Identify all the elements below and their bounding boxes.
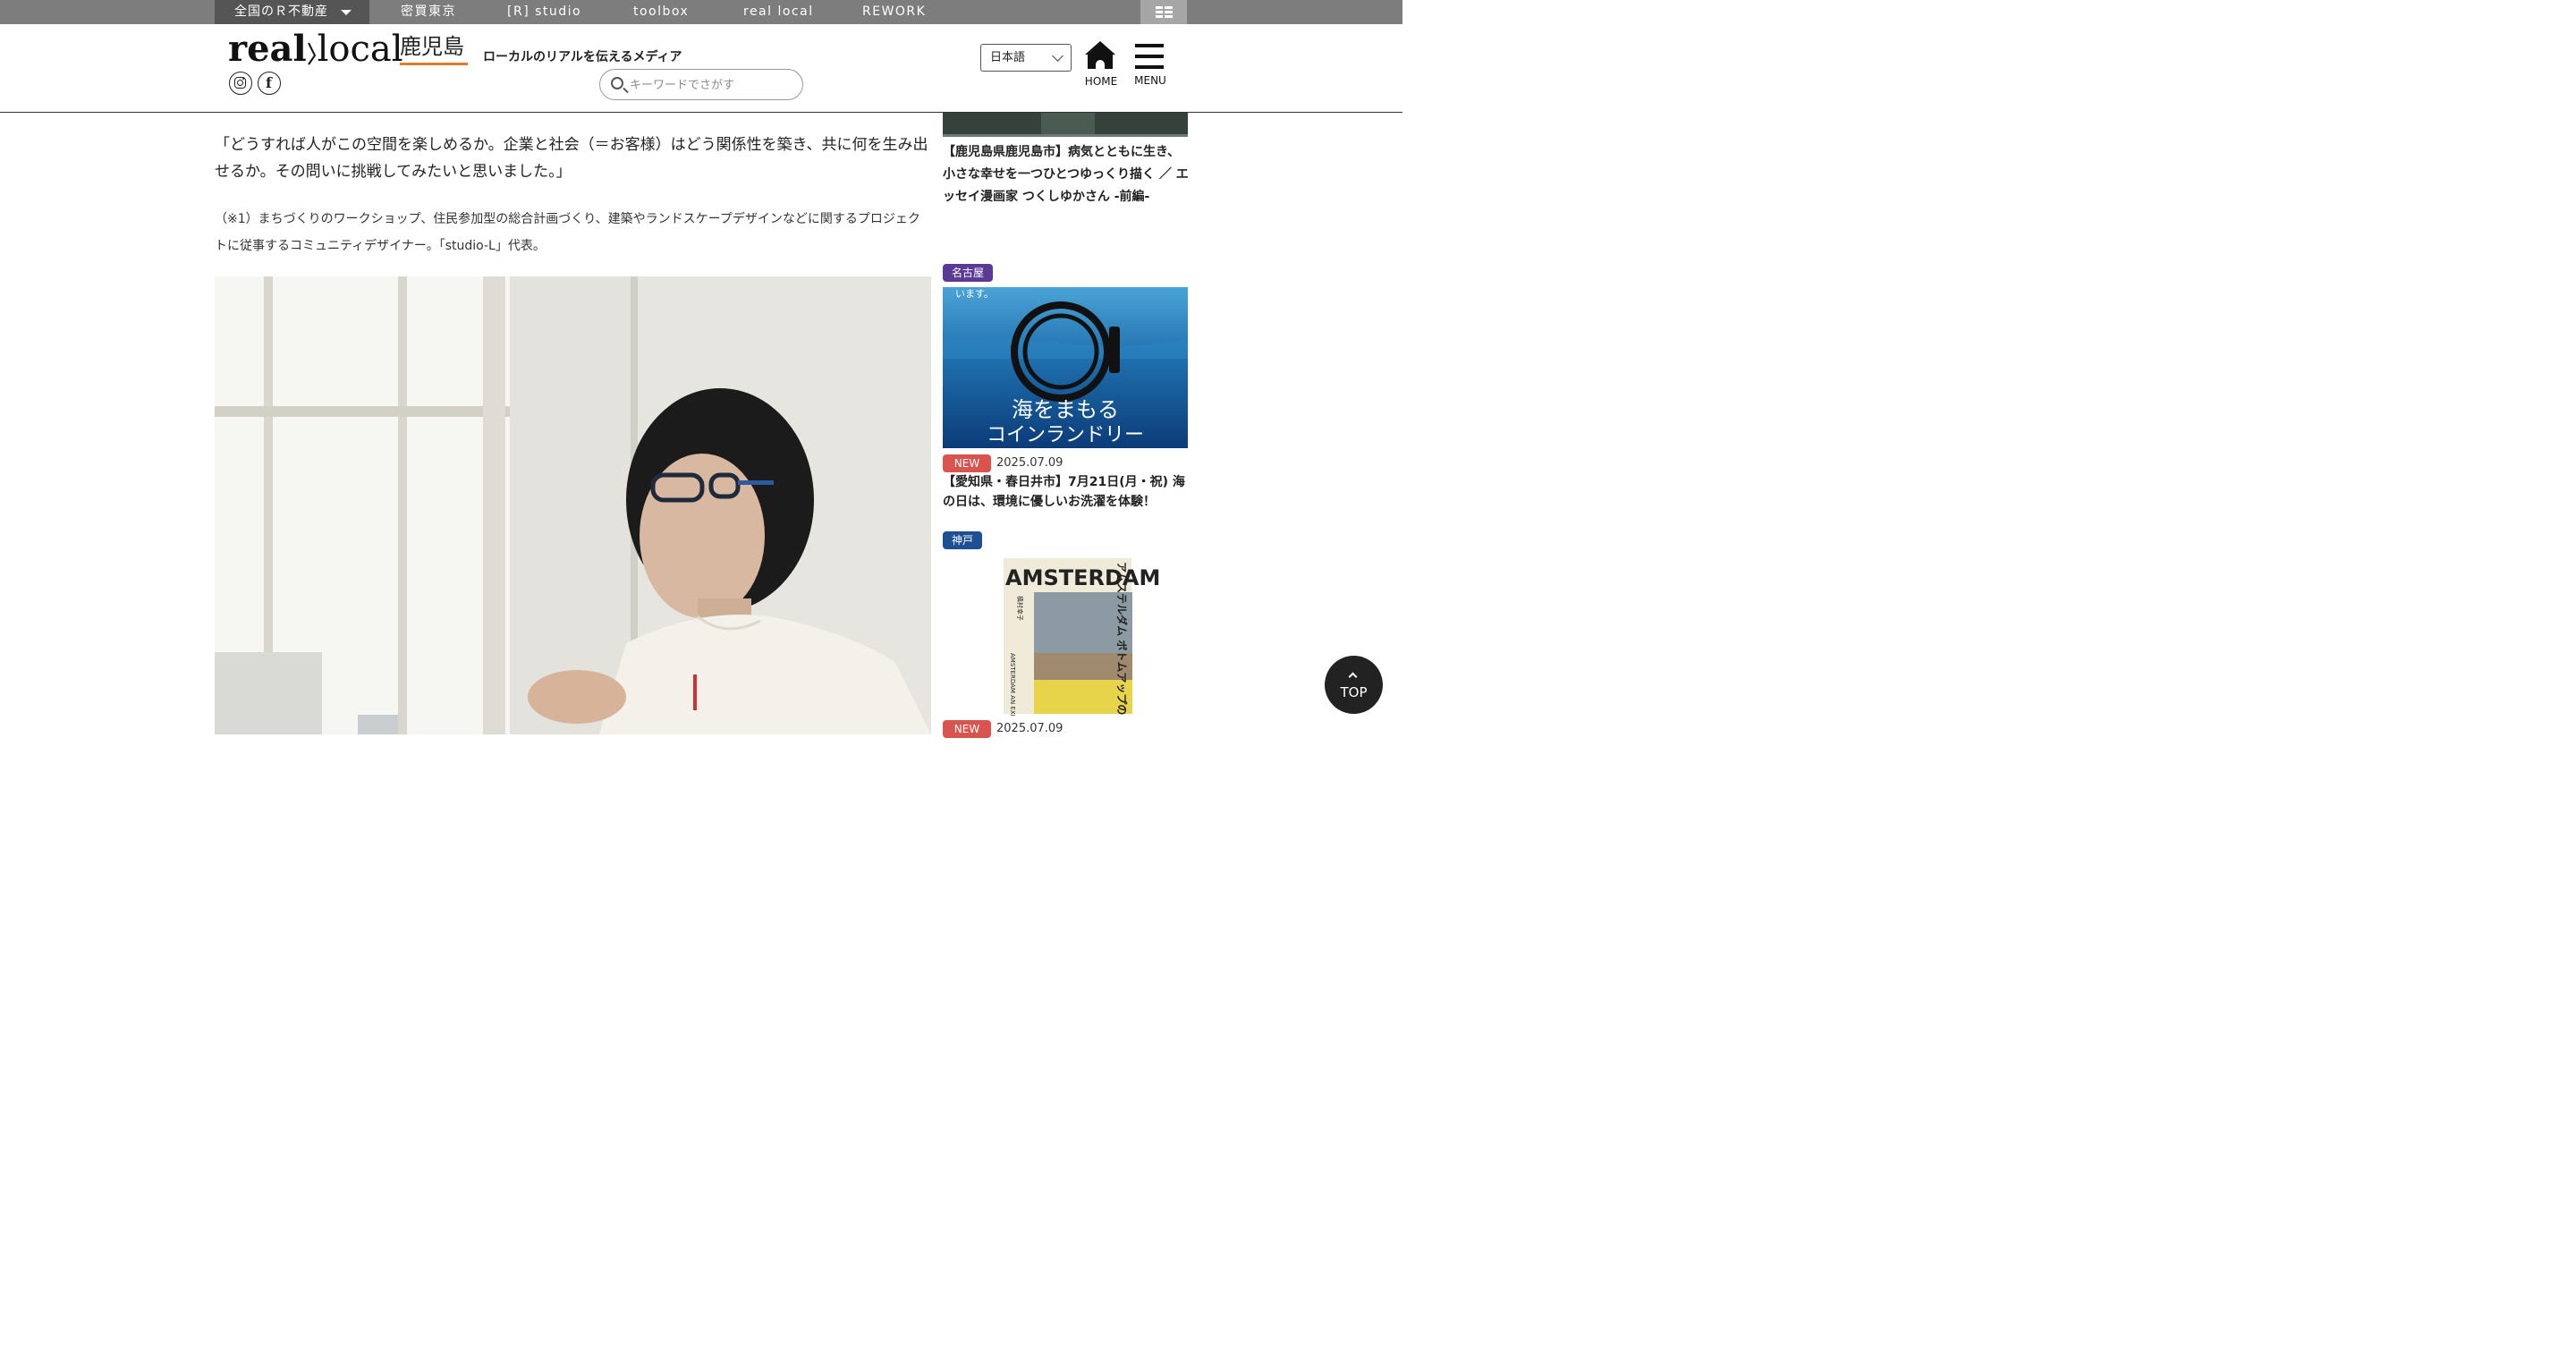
book-cover-image: AMSTERDAM アムステルダム ボトムアップの実験都市 槙村幸子 AMSTE… bbox=[943, 555, 1188, 716]
network-link-mitsubai[interactable]: 密買東京 bbox=[401, 0, 456, 24]
chevron-down-icon bbox=[1052, 50, 1063, 62]
sidebar-article-1-title[interactable]: 【鹿児島県鹿児島市】病気とともに生き、小さな幸せを一つひとつゆっくり描く ／ エ… bbox=[943, 141, 1190, 208]
site-tagline: ローカルのリアルを伝えるメディア bbox=[483, 50, 682, 64]
home-icon bbox=[1085, 41, 1115, 55]
menu-button[interactable]: MENU bbox=[1132, 44, 1168, 90]
logo-region-underline bbox=[400, 63, 468, 65]
caret-down-icon bbox=[341, 10, 352, 15]
book-cover-title: アムステルダム ボトムアップの実験都市 bbox=[1115, 562, 1129, 716]
book-cover-author: 槙村幸子 bbox=[1016, 596, 1024, 621]
network-bar: 全国のＲ不動産 密買東京 [R] studio toolbox real loc… bbox=[0, 0, 1402, 24]
search-input[interactable] bbox=[630, 75, 795, 95]
facebook-icon[interactable]: f bbox=[258, 72, 281, 95]
category-badge-kobe[interactable]: 神戸 bbox=[943, 531, 983, 549]
book-cover-english-title: AMSTERDAM AN EXPERIMENTAL CITY OF BOTTOM… bbox=[1009, 653, 1016, 716]
sidebar-article-1-image[interactable] bbox=[943, 113, 1188, 137]
search-icon[interactable] bbox=[611, 77, 623, 89]
network-dropdown[interactable]: 全国のＲ不動産 bbox=[215, 0, 369, 24]
menu-label: MENU bbox=[1134, 74, 1166, 87]
sidebar-article-2-image[interactable]: います。 海をまもる コインランドリー bbox=[943, 287, 1188, 448]
search-box bbox=[599, 69, 803, 100]
poster-title-line1: 海をまもる bbox=[1012, 397, 1119, 422]
logo-wordmark: real local bbox=[228, 28, 403, 70]
sidebar-article-2-date: 2025.07.09 bbox=[996, 456, 1063, 470]
network-link-real-local[interactable]: real local bbox=[743, 0, 814, 24]
article-quote: 「どうすれば人がこの空間を楽しめるか。企業と社会（＝お客様）はどう関係性を築き、… bbox=[215, 136, 928, 181]
category-badge-nagoya[interactable]: 名古屋 bbox=[943, 264, 994, 282]
back-to-top-button[interactable]: TOP bbox=[1325, 656, 1383, 714]
grid-menu-icon[interactable] bbox=[1140, 0, 1187, 24]
article-thumbnail-image bbox=[943, 113, 1188, 137]
sidebar-article-3-date: 2025.07.09 bbox=[996, 722, 1063, 735]
chevron-up-icon bbox=[1348, 672, 1358, 682]
new-badge: NEW bbox=[943, 720, 991, 738]
poster-title-line2: コインランドリー bbox=[987, 424, 1144, 446]
sidebar-article-2-title[interactable]: 【愛知県・春日井市】7月21日(月・祝) 海の日は、環境に優しいお洗濯を体験！ bbox=[943, 472, 1190, 512]
language-select[interactable]: 日本語 bbox=[980, 44, 1072, 72]
network-link-rework[interactable]: REWORK bbox=[862, 0, 926, 24]
back-to-top-label: TOP bbox=[1340, 684, 1368, 700]
home-label: HOME bbox=[1084, 75, 1118, 88]
network-link-toolbox[interactable]: toolbox bbox=[633, 0, 689, 24]
sidebar-article-3-image[interactable]: AMSTERDAM アムステルダム ボトムアップの実験都市 槙村幸子 AMSTE… bbox=[943, 555, 1188, 716]
book-cover-logo: AMSTERDAM bbox=[1005, 565, 1160, 590]
logo-region: 鹿児島 bbox=[400, 34, 464, 59]
poster-caption-top: います。 bbox=[955, 288, 994, 300]
new-badge: NEW bbox=[943, 454, 991, 472]
article-footnote: （※1）まちづくりのワークショップ、住民参加型の総合計画づくり、建築やランドスケ… bbox=[215, 212, 920, 253]
interview-photo-image bbox=[215, 276, 931, 734]
article-photo bbox=[215, 276, 931, 734]
hamburger-icon bbox=[1135, 44, 1164, 47]
instagram-icon[interactable] bbox=[229, 72, 252, 95]
language-select-value: 日本語 bbox=[990, 51, 1026, 64]
network-dropdown-label: 全国のＲ不動産 bbox=[234, 4, 328, 19]
logo-arrow-icon bbox=[307, 42, 316, 65]
site-header: reallocal 鹿児島 ローカルのリアルを伝えるメディア f 日本語 HOM… bbox=[0, 24, 1402, 113]
network-link-r-studio[interactable]: [R] studio bbox=[507, 0, 581, 24]
home-button[interactable]: HOME bbox=[1083, 40, 1119, 90]
coin-laundry-poster-image: います。 海をまもる コインランドリー bbox=[943, 287, 1188, 448]
